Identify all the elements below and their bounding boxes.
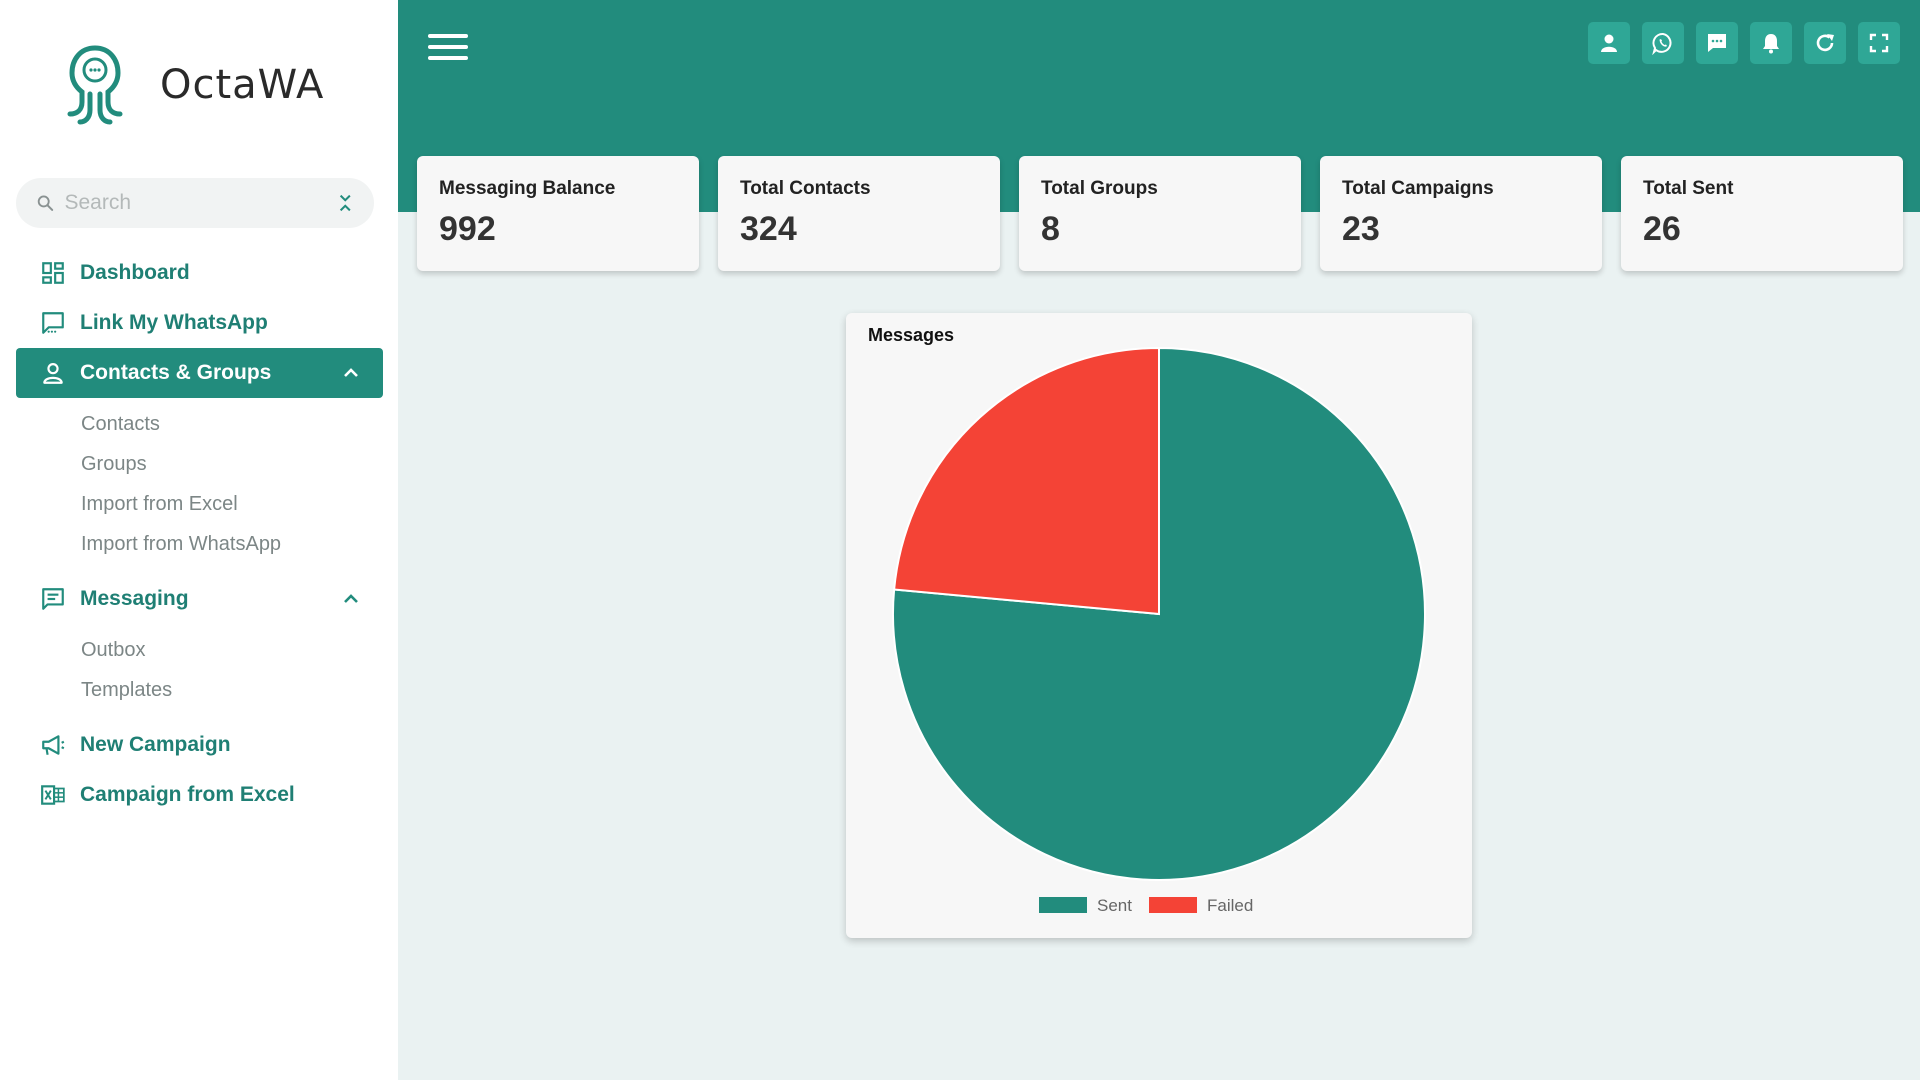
sidebar-item-campaign-excel[interactable]: Campaign from Excel: [16, 770, 383, 820]
legend-label-sent[interactable]: Sent: [1097, 896, 1132, 915]
message-icon: [42, 588, 64, 610]
stat-card-total-sent: Total Sent 26: [1621, 156, 1903, 271]
search-box: [16, 178, 374, 228]
submenu-item-import-excel[interactable]: Import from Excel: [16, 484, 383, 524]
legend-label-failed[interactable]: Failed: [1207, 896, 1253, 915]
stat-title: Total Sent: [1643, 178, 1734, 199]
profile-button[interactable]: [1588, 22, 1630, 64]
sidebar-item-dashboard[interactable]: Dashboard: [16, 248, 383, 298]
stat-card-total-groups: Total Groups 8: [1019, 156, 1301, 271]
submenu-item-groups[interactable]: Groups: [16, 444, 383, 484]
chevron-up-icon: [344, 368, 358, 377]
refresh-icon: [1816, 34, 1834, 52]
fullscreen-icon: [1869, 33, 1889, 53]
stat-card-total-campaigns: Total Campaigns 23: [1320, 156, 1602, 271]
dashboard-icon: [42, 262, 64, 284]
legend-swatch-sent[interactable]: [1039, 897, 1087, 913]
sidebar-nav: Dashboard Link My WhatsApp Contacts & Gr…: [16, 248, 383, 820]
fullscreen-button[interactable]: [1858, 22, 1900, 64]
stat-value: 324: [740, 210, 797, 248]
menu-toggle-icon[interactable]: [428, 34, 468, 60]
chat-bubble-icon: [1708, 34, 1726, 52]
messages-button[interactable]: [1696, 22, 1738, 64]
stat-value: 23: [1342, 210, 1380, 248]
pie-slice-failed[interactable]: [893, 346, 1160, 616]
stat-value: 26: [1643, 210, 1681, 248]
stat-card-messaging-balance: Messaging Balance 992: [417, 156, 699, 271]
user-icon: [1601, 34, 1617, 52]
person-icon: [43, 363, 63, 384]
search-icon: [37, 195, 54, 211]
whatsapp-icon: [1652, 33, 1672, 55]
brand[interactable]: OctaWA: [50, 40, 324, 130]
sidebar-item-messaging[interactable]: Messaging: [16, 574, 383, 624]
sidebar-item-new-campaign[interactable]: New Campaign: [16, 720, 383, 770]
search-input[interactable]: [64, 191, 336, 215]
legend-swatch-failed[interactable]: [1149, 897, 1197, 913]
bell-icon: [1763, 34, 1779, 54]
notifications-button[interactable]: [1750, 22, 1792, 64]
chat-icon: [42, 312, 64, 334]
excel-icon: [41, 785, 65, 805]
sidebar-item-label: Messaging: [80, 587, 189, 610]
stat-card-total-contacts: Total Contacts 324: [718, 156, 1000, 271]
whatsapp-button[interactable]: [1642, 22, 1684, 64]
sidebar-item-contacts-groups[interactable]: Contacts & Groups: [16, 348, 383, 398]
stat-title: Total Campaigns: [1342, 178, 1494, 199]
sidebar: OctaWA Dashboard Link My WhatsApp Contac…: [0, 0, 398, 1080]
sidebar-item-label: Dashboard: [80, 261, 190, 284]
topbar-actions: [1588, 22, 1900, 64]
stat-value: 8: [1041, 210, 1060, 248]
contacts-submenu: Contacts Groups Import from Excel Import…: [16, 398, 383, 574]
submenu-item-contacts[interactable]: Contacts: [16, 404, 383, 444]
sidebar-item-label: New Campaign: [80, 733, 231, 756]
refresh-button[interactable]: [1804, 22, 1846, 64]
octopus-logo-icon: [67, 45, 123, 125]
stat-value: 992: [439, 210, 496, 248]
submenu-item-outbox[interactable]: Outbox: [16, 630, 383, 670]
stat-title: Total Contacts: [740, 178, 871, 199]
messages-chart-card: Messages Sent Failed: [846, 313, 1472, 938]
sidebar-item-link-whatsapp[interactable]: Link My WhatsApp: [16, 298, 383, 348]
messaging-submenu: Outbox Templates: [16, 624, 383, 720]
sidebar-item-label: Contacts & Groups: [80, 361, 272, 384]
sidebar-item-label: Link My WhatsApp: [80, 311, 268, 334]
brand-name: OctaWA: [160, 62, 325, 108]
stats-row: Messaging Balance 992 Total Contacts 324…: [417, 156, 1903, 271]
stat-title: Messaging Balance: [439, 178, 616, 199]
stat-title: Total Groups: [1041, 178, 1158, 199]
collapse-all-icon[interactable]: [336, 192, 355, 214]
chevron-up-icon: [344, 594, 358, 603]
submenu-item-import-whatsapp[interactable]: Import from WhatsApp: [16, 524, 383, 564]
submenu-item-templates[interactable]: Templates: [16, 670, 383, 710]
messages-pie-chart: Sent Failed: [892, 346, 1426, 915]
megaphone-icon: [42, 735, 65, 755]
sidebar-item-label: Campaign from Excel: [80, 783, 295, 806]
